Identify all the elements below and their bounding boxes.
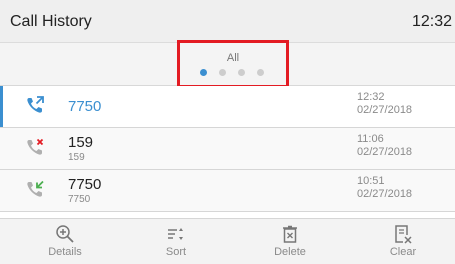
call-name: 159 [68, 134, 94, 151]
call-time: 12:32 [357, 91, 385, 103]
clear-button[interactable]: Clear [353, 219, 453, 264]
sort-icon [168, 228, 183, 240]
page-dots [200, 69, 276, 77]
call-time: 11:06 [357, 133, 384, 145]
call-date: 02/27/2018 [357, 188, 413, 200]
page-title: Call History [10, 13, 92, 30]
outgoing-call-icon [24, 94, 46, 116]
call-date: 02/27/2018 [357, 146, 413, 158]
page-dot-4[interactable] [257, 69, 264, 76]
page-dot-1[interactable] [200, 69, 207, 76]
bottom-toolbar: Details Sort Delete Clear [0, 218, 455, 264]
page-indicator[interactable]: All [177, 40, 289, 88]
sort-label: Sort [165, 246, 187, 258]
call-row[interactable]: 7750 12:32 02/27/2018 [0, 86, 455, 128]
missed-call-icon [24, 136, 46, 158]
incoming-call-icon [24, 178, 46, 200]
clock: 12:32 [411, 13, 452, 30]
page-dot-3[interactable] [238, 69, 245, 76]
zoom-in-icon [56, 225, 74, 243]
call-date: 02/27/2018 [357, 104, 413, 116]
call-number: 7750 [68, 194, 91, 205]
call-number: 159 [68, 152, 85, 163]
call-name: 7750 [68, 176, 102, 193]
page-label: All [226, 52, 240, 64]
clear-list-icon [395, 225, 412, 244]
trash-icon [283, 225, 297, 243]
page-dot-2[interactable] [219, 69, 226, 76]
details-button[interactable]: Details [15, 219, 115, 264]
delete-button[interactable]: Delete [240, 219, 340, 264]
call-row[interactable]: 159 159 11:06 02/27/2018 [0, 128, 455, 170]
call-list: 7750 12:32 02/27/2018 159 159 11:06 02/2… [0, 86, 455, 212]
call-name: 7750 [68, 98, 102, 115]
call-row[interactable]: 7750 7750 10:51 02/27/2018 [0, 170, 455, 212]
clear-label: Clear [389, 246, 417, 258]
details-label: Details [48, 246, 82, 258]
sort-button[interactable]: Sort [126, 219, 226, 264]
delete-label: Delete [274, 246, 306, 258]
call-time: 10:51 [357, 175, 385, 187]
header-bar: Call History 12:32 [0, 0, 455, 43]
